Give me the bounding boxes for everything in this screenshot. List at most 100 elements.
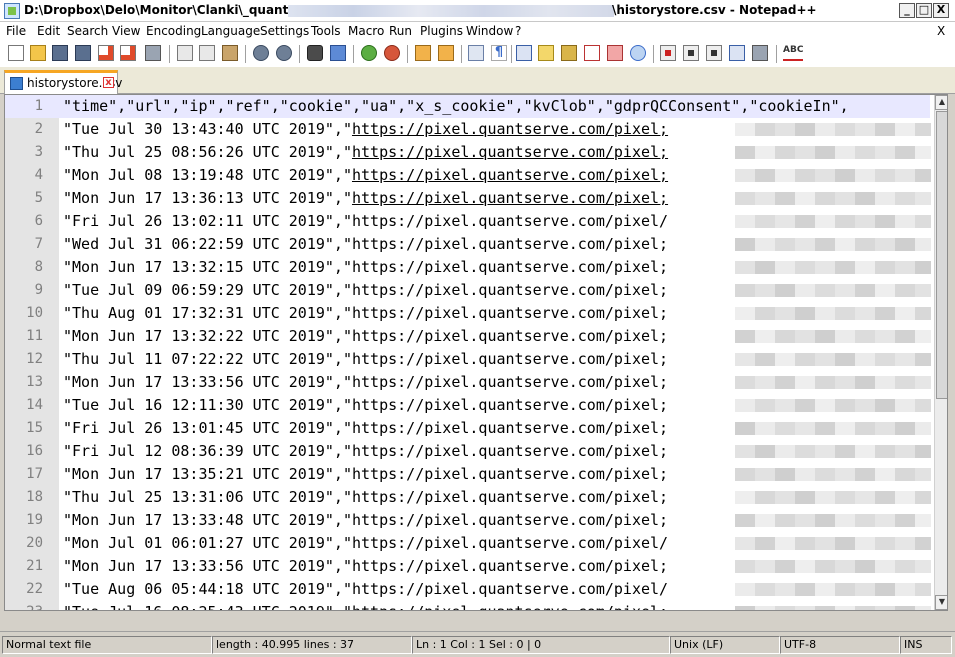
redaction-block — [895, 583, 915, 596]
editor-line[interactable]: 3 "Thu Jul 25 08:56:26 UTC 2019","https:/… — [5, 141, 931, 164]
function-list-icon[interactable] — [561, 45, 577, 61]
save-icon[interactable] — [52, 45, 68, 61]
menu-tools[interactable]: Tools — [311, 24, 341, 38]
editor-line[interactable]: 9 "Tue Jul 09 06:59:29 UTC 2019","https:/… — [5, 279, 931, 302]
run-macro-multiple-icon[interactable] — [729, 45, 745, 61]
menu-settings[interactable]: Settings — [260, 24, 309, 38]
editor-line[interactable]: 7 "Wed Jul 31 06:22:59 UTC 2019","https:/… — [5, 233, 931, 256]
vertical-scrollbar[interactable]: ▲ ▼ — [934, 95, 947, 610]
redaction-block — [735, 491, 755, 504]
line-text: "Tue Jul 30 13:43:40 UTC 2019","https://… — [63, 118, 668, 141]
notepad-plus-plus-icon[interactable] — [4, 3, 20, 19]
sync-vertical-icon[interactable] — [415, 45, 431, 61]
editor-line[interactable]: 15 "Fri Jul 26 13:01:45 UTC 2019","https:… — [5, 417, 931, 440]
editor-line[interactable]: 21 "Mon Jun 17 13:33:56 UTC 2019","https:… — [5, 555, 931, 578]
eye-icon[interactable] — [630, 45, 646, 61]
find-icon[interactable] — [307, 45, 323, 61]
editor-line[interactable]: 6 "Fri Jul 26 13:02:11 UTC 2019","https:/… — [5, 210, 931, 233]
line-number: 14 — [26, 397, 43, 413]
editor-line[interactable]: 19 "Mon Jun 17 13:33:48 UTC 2019","https:… — [5, 509, 931, 532]
sync-horizontal-icon[interactable] — [438, 45, 454, 61]
undo-icon[interactable] — [253, 45, 269, 61]
url-link[interactable]: https://pixel.quantserve.com/pixel; — [352, 120, 668, 138]
show-all-chars-icon[interactable]: ¶ — [491, 45, 507, 61]
status-encoding[interactable]: UTF-8 — [780, 636, 900, 654]
menu-view[interactable]: View — [112, 24, 140, 38]
zoom-out-icon[interactable] — [384, 45, 400, 61]
editor-line[interactable]: 20 "Mon Jul 01 06:01:27 UTC 2019","https:… — [5, 532, 931, 555]
folder-workspace-icon[interactable] — [584, 45, 600, 61]
editor-line[interactable]: 1 "time","url","ip","ref","cookie","ua","… — [5, 95, 930, 118]
menu-macro[interactable]: Macro — [348, 24, 384, 38]
redaction-block — [875, 353, 895, 366]
menu-run[interactable]: Run — [389, 24, 412, 38]
editor-line[interactable]: 17 "Mon Jun 17 13:35:21 UTC 2019","https:… — [5, 463, 931, 486]
menu-window[interactable]: Window — [466, 24, 513, 38]
editor-line[interactable]: 16 "Fri Jul 12 08:36:39 UTC 2019","https:… — [5, 440, 931, 463]
menu-search[interactable]: Search — [67, 24, 108, 38]
paste-icon[interactable] — [222, 45, 238, 61]
scrollbar-thumb[interactable] — [936, 111, 947, 399]
stop-record-icon[interactable] — [683, 45, 699, 61]
save-all-icon[interactable] — [75, 45, 91, 61]
line-number: 20 — [26, 535, 43, 551]
spell-check-icon[interactable]: ABC — [783, 45, 803, 61]
editor-line[interactable]: 22 "Tue Aug 06 05:44:18 UTC 2019","https:… — [5, 578, 931, 601]
editor-line[interactable]: 4 "Mon Jul 08 13:19:48 UTC 2019","https:/… — [5, 164, 931, 187]
zoom-in-icon[interactable] — [361, 45, 377, 61]
print-icon[interactable] — [145, 45, 161, 61]
redacted-path-segment — [288, 5, 614, 17]
status-insert-mode[interactable]: INS — [900, 636, 952, 654]
editor-line[interactable]: 8 "Mon Jun 17 13:32:15 UTC 2019","https:/… — [5, 256, 931, 279]
editor-area[interactable]: 1 "time","url","ip","ref","cookie","ua","… — [4, 94, 948, 611]
url-link[interactable]: https://pixel.quantserve.com/pixel; — [352, 166, 668, 184]
close-icon[interactable] — [98, 45, 114, 61]
open-file-icon[interactable] — [30, 45, 46, 61]
close-window-button[interactable]: X — [933, 3, 949, 18]
editor-line[interactable]: 13 "Mon Jun 17 13:33:56 UTC 2019","https:… — [5, 371, 931, 394]
editor-line[interactable]: 2 "Tue Jul 30 13:43:40 UTC 2019","https:/… — [5, 118, 931, 141]
editor-line[interactable]: 18 "Thu Jul 25 13:31:06 UTC 2019","https:… — [5, 486, 931, 509]
editor-line[interactable]: 12 "Thu Jul 11 07:22:22 UTC 2019","https:… — [5, 348, 931, 371]
record-macro-icon[interactable] — [660, 45, 676, 61]
url-link[interactable]: https://pixel.quantserve.com/pixel; — [352, 189, 668, 207]
line-content: "Mon Jun 17 13:32:15 UTC 2019","https://… — [63, 258, 669, 276]
editor-line[interactable]: 23 "Tue Jul 16 08:25:43 UTC 2019","https:… — [5, 601, 931, 610]
word-wrap-icon[interactable] — [468, 45, 484, 61]
status-eol-format[interactable]: Unix (LF) — [670, 636, 780, 654]
play-macro-icon[interactable] — [706, 45, 722, 61]
maximize-button[interactable]: □ — [916, 3, 932, 18]
menu-edit[interactable]: Edit — [37, 24, 60, 38]
redaction-block — [855, 261, 875, 274]
redo-icon[interactable] — [276, 45, 292, 61]
line-text: "Mon Jul 08 13:19:48 UTC 2019","https://… — [63, 164, 668, 187]
url-link[interactable]: https://pixel.quantserve.com/pixel; — [352, 143, 668, 161]
editor-line[interactable]: 5 "Mon Jun 17 13:36:13 UTC 2019","https:/… — [5, 187, 931, 210]
menu-encoding[interactable]: Encoding — [146, 24, 201, 38]
copy-icon[interactable] — [199, 45, 215, 61]
editor-line[interactable]: 11 "Mon Jun 17 13:32:22 UTC 2019","https:… — [5, 325, 931, 348]
new-file-icon[interactable] — [8, 45, 24, 61]
document-map-icon[interactable] — [538, 45, 554, 61]
menu-language[interactable]: Language — [201, 24, 260, 38]
scroll-down-button[interactable]: ▼ — [935, 595, 947, 610]
minimize-button[interactable]: _ — [899, 3, 915, 18]
menu-file[interactable]: File — [6, 24, 26, 38]
cut-icon[interactable] — [177, 45, 193, 61]
close-all-icon[interactable] — [120, 45, 136, 61]
editor-line[interactable]: 10 "Thu Aug 01 17:32:31 UTC 2019","https:… — [5, 302, 931, 325]
save-macro-icon[interactable] — [752, 45, 768, 61]
tab-close-icon[interactable]: x — [103, 77, 114, 88]
redaction-block — [895, 399, 915, 412]
redaction-block — [755, 376, 775, 389]
replace-icon[interactable] — [330, 45, 346, 61]
menu-plugins[interactable]: Plugins — [420, 24, 463, 38]
editor-line[interactable]: 14 "Tue Jul 16 12:11:30 UTC 2019","https:… — [5, 394, 931, 417]
monitoring-icon[interactable] — [607, 45, 623, 61]
menu-help[interactable]: ? — [515, 24, 521, 38]
scroll-up-button[interactable]: ▲ — [935, 95, 947, 110]
close-document-button[interactable]: X — [937, 24, 945, 38]
tab-historystore[interactable]: historystore.csv x — [4, 70, 122, 94]
indent-guide-icon[interactable] — [516, 45, 532, 61]
redaction-block — [735, 284, 755, 297]
